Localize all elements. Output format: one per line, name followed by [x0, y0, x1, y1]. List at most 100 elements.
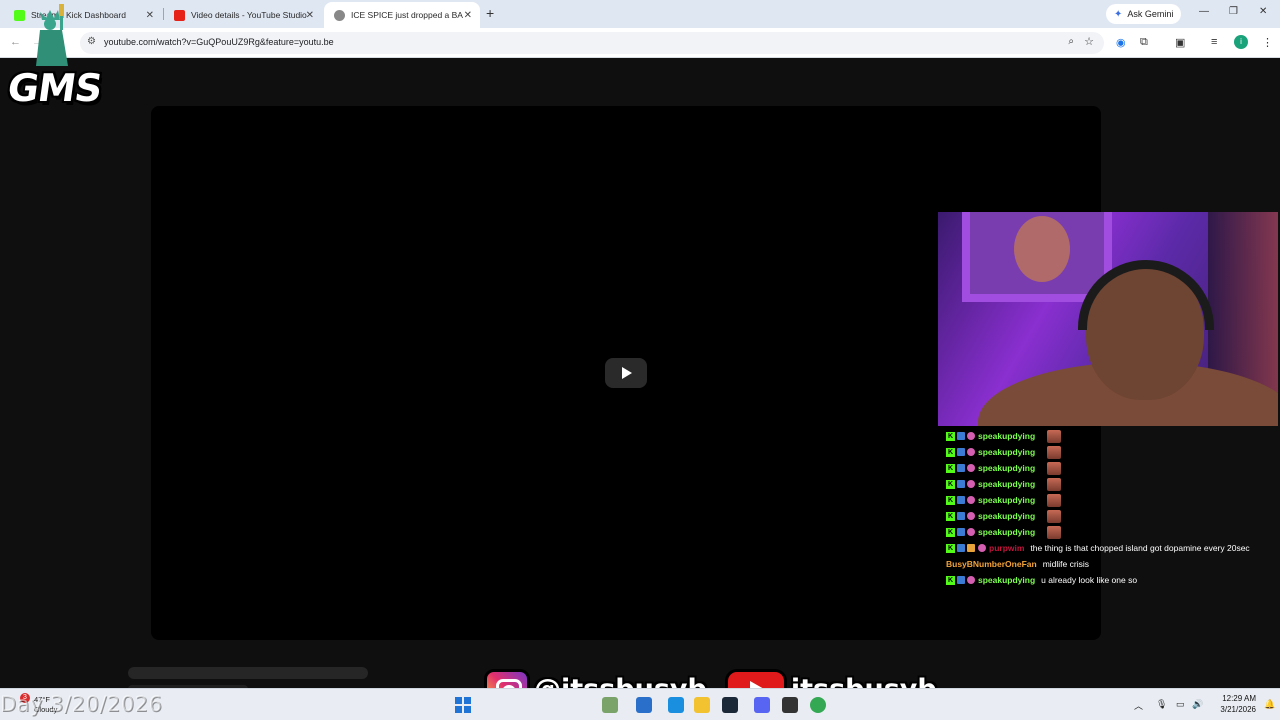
new-tab-button[interactable]: +	[486, 5, 494, 21]
emote-badge-icon	[967, 528, 975, 536]
tab-label: Video details - YouTube Studio	[191, 10, 307, 20]
close-window-icon[interactable]: ✕	[1259, 6, 1267, 17]
emote-badge-icon	[967, 576, 975, 584]
taskbar-app-icon[interactable]	[782, 697, 798, 713]
microphone-icon[interactable]: 🎙	[1156, 699, 1167, 710]
zoom-icon[interactable]: ⌕	[1068, 36, 1074, 47]
windows-taskbar: 3 47°F Cloudy ︿ 🎙 ▭ 🔊 12:29 AM 3/21/2026…	[0, 688, 1280, 720]
statue-of-liberty-icon	[36, 4, 68, 66]
extensions-icon[interactable]: ⧉	[1140, 36, 1148, 49]
file-explorer-icon[interactable]	[694, 697, 710, 713]
close-tab-icon[interactable]: ✕	[464, 10, 472, 21]
stream-chat: Kspeakupdying Kspeakupdying Kspeakupdying K…	[946, 428, 1280, 588]
taskbar-app-icon[interactable]	[722, 697, 738, 713]
profile-avatar[interactable]: i	[1234, 35, 1248, 49]
emote-badge-icon	[967, 512, 975, 520]
emote-badge-icon	[978, 544, 986, 552]
notifications-bell-icon[interactable]: 🔔	[1264, 699, 1275, 710]
kick-badge-icon: K	[946, 543, 955, 553]
subscriber-badge-icon	[957, 448, 965, 456]
url-text[interactable]: youtube.com/watch?v=GuQPouUZ9Rg&feature=…	[104, 37, 334, 47]
address-toolbar: ← → ↻ ⚙ youtube.com/watch?v=GuQPouUZ9Rg&…	[0, 28, 1280, 58]
volume-icon[interactable]: 🔊	[1192, 699, 1203, 710]
chat-username: purpwim	[989, 543, 1025, 553]
windows-start-icon[interactable]	[455, 697, 471, 713]
chat-message: Kspeakupdying	[946, 428, 1280, 444]
chat-message: Kspeakupdying	[946, 460, 1280, 476]
tab-label: ICE SPICE just dropped a BANG	[351, 10, 463, 20]
chat-message: BusyBNumberOneFan midlife crisis	[946, 556, 1280, 572]
chat-emote-icon	[1047, 445, 1062, 459]
chat-emote-icon	[1047, 461, 1062, 475]
chat-username: speakupdying	[978, 495, 1036, 505]
loading-favicon-icon	[334, 9, 345, 21]
network-icon[interactable]: ▭	[1176, 699, 1185, 710]
close-tab-icon[interactable]: ✕	[306, 10, 314, 21]
chat-username: speakupdying	[978, 463, 1036, 473]
system-clock[interactable]: 12:29 AM 3/21/2026	[1210, 693, 1256, 715]
kick-badge-icon: K	[946, 495, 955, 505]
play-button[interactable]	[605, 358, 647, 388]
ask-gemini-button[interactable]: ✦ Ask Gemini	[1106, 4, 1182, 24]
chat-username: speakupdying	[978, 511, 1036, 521]
subscriber-badge-icon	[957, 464, 965, 472]
restore-icon[interactable]: ❐	[1229, 6, 1238, 17]
taskbar-app-icon[interactable]	[754, 697, 770, 713]
youtube-favicon-icon	[174, 9, 185, 21]
emote-badge-icon	[967, 448, 975, 456]
subscriber-badge-icon	[957, 512, 965, 520]
reading-list-icon[interactable]: ≡	[1211, 36, 1217, 48]
emote-badge-icon	[967, 464, 975, 472]
chat-username: speakupdying	[978, 479, 1036, 489]
minimize-icon[interactable]: —	[1199, 6, 1209, 17]
kick-badge-icon: K	[946, 511, 955, 521]
clock-time: 12:29 AM	[1222, 694, 1256, 703]
subscriber-badge-icon	[957, 480, 965, 488]
menu-kebab-icon[interactable]: ⋮	[1262, 36, 1273, 49]
cast-icon[interactable]: ◉	[1116, 36, 1126, 49]
omnibox[interactable]: ⚙ youtube.com/watch?v=GuQPouUZ9Rg&featur…	[80, 32, 1104, 54]
kick-badge-icon: K	[946, 431, 955, 441]
chat-message: Kpurpwim the thing is that chopped island…	[946, 540, 1280, 556]
chat-text: u already look like one so	[1041, 575, 1138, 585]
chat-message: Kspeakupdying	[946, 476, 1280, 492]
kick-badge-icon: K	[946, 463, 955, 473]
emote-badge-icon	[967, 480, 975, 488]
title-placeholder	[128, 667, 368, 679]
chrome-icon[interactable]	[810, 697, 826, 713]
subscriber-badge-icon	[957, 544, 965, 552]
taskbar-app-icon[interactable]	[668, 697, 684, 713]
chat-emote-icon	[1047, 525, 1062, 539]
chat-username: speakupdying	[978, 431, 1036, 441]
chat-message: Kspeakupdying u already look like one so	[946, 572, 1280, 588]
ask-gemini-label: Ask Gemini	[1127, 9, 1174, 19]
poster-face	[1014, 216, 1070, 282]
tray-overflow-icon[interactable]: ︿	[1134, 699, 1143, 712]
chat-username: speakupdying	[978, 447, 1036, 457]
emote-badge-icon	[967, 432, 975, 440]
kick-badge-icon: K	[946, 447, 955, 457]
subscriber-badge-icon	[957, 496, 965, 504]
chat-emote-icon	[1047, 477, 1062, 491]
day-counter: Day 3/20/2026	[0, 692, 163, 716]
tab-search-icon[interactable]: ▣	[1175, 36, 1185, 49]
chat-text: midlife crisis	[1042, 559, 1089, 569]
kick-badge-icon: K	[946, 575, 955, 585]
webcam-feed	[938, 212, 1278, 426]
subscriber-badge-icon	[957, 576, 965, 584]
taskbar-app-icon[interactable]	[602, 697, 618, 713]
chat-text: the thing is that chopped island got dop…	[1030, 543, 1250, 553]
chat-username: BusyBNumberOneFan	[946, 559, 1037, 569]
tab-ice-spice-video[interactable]: ICE SPICE just dropped a BANG ✕	[324, 2, 480, 28]
tab-youtube-studio[interactable]: Video details - YouTube Studio ✕	[164, 2, 322, 28]
close-tab-icon[interactable]: ✕	[146, 10, 154, 21]
taskbar-app-icon[interactable]	[636, 697, 652, 713]
clock-date: 3/21/2026	[1220, 705, 1256, 714]
gms-logo: GMS	[5, 4, 116, 112]
emote-badge-icon	[967, 496, 975, 504]
bookmark-star-icon[interactable]: ☆	[1084, 35, 1094, 48]
kick-badge-icon: K	[946, 527, 955, 537]
kick-badge-icon: K	[946, 479, 955, 489]
subscriber-badge-icon	[957, 432, 965, 440]
chat-message: Kspeakupdying	[946, 492, 1280, 508]
